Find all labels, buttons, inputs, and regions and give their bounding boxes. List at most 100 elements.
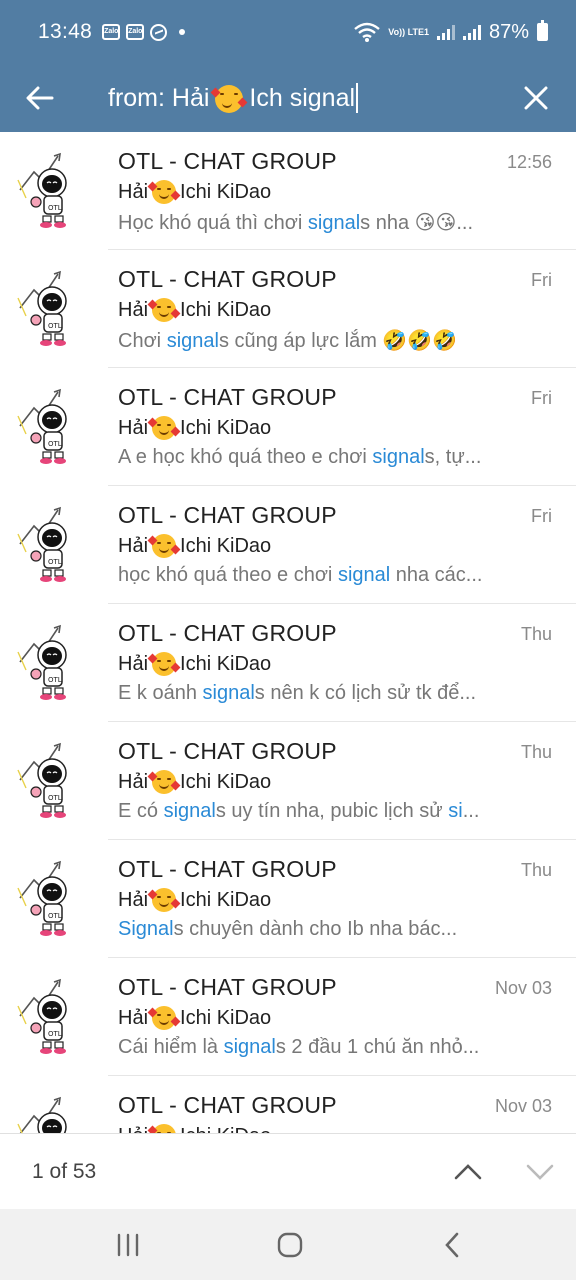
chat-title: OTL - CHAT GROUP: [118, 1092, 337, 1118]
search-result-item[interactable]: OTL OTL - CHAT GROUP Thu Hải Ichi KiDao …: [0, 604, 576, 722]
back-button[interactable]: [0, 64, 80, 132]
search-result-item[interactable]: OTL OTL - CHAT GROUP Fri Hải Ichi KiDao …: [0, 368, 576, 486]
search-result-item[interactable]: OTL OTL - CHAT GROUP Thu Hải Ichi KiDao …: [0, 840, 576, 958]
more-notifications-dot: [179, 29, 186, 35]
search-result-item[interactable]: OTL OTL - CHAT GROUP Nov 03 Hải Ichi KiD…: [0, 958, 576, 1076]
message-text-before: Cái hiểm là: [118, 1036, 224, 1058]
smiling-hearts-emoji-icon: [210, 83, 248, 113]
message-time: Thu: [520, 860, 552, 880]
message-highlight: signal: [337, 564, 391, 586]
search-result-item[interactable]: OTL OTL - CHAT GROUP 12:56 Hải Ichi KiDa…: [0, 132, 576, 250]
smiling-hearts-emoji-icon: [147, 770, 181, 794]
system-navigation-bar: [0, 1209, 576, 1280]
message-time: Fri: [531, 388, 552, 408]
search-results-list[interactable]: OTL OTL - CHAT GROUP 12:56 Hải Ichi KiDa…: [0, 132, 576, 1133]
smiling-hearts-emoji-icon: [147, 298, 181, 322]
avatar: OTL: [14, 150, 84, 232]
message-highlight: Signal: [118, 918, 174, 940]
message-text-after: s uy tín nha, pubic lịch sử: [215, 800, 449, 822]
message-text-after: s, tự...: [424, 446, 482, 468]
message-highlight-2: si: [448, 800, 463, 822]
message-time: 12:56: [506, 152, 552, 172]
message-text-after: s nha 😘😘...: [360, 212, 474, 234]
message-preview: E k oánh signals nên k có lịch sử tk để.…: [118, 682, 538, 705]
message-preview: Chơi signals cũng áp lực lắm 🤣🤣🤣: [118, 328, 538, 353]
message-preview: Cái hiểm là signals 2 đầu 1 chú ăn nhỏ..…: [118, 1036, 538, 1059]
chat-title: OTL - CHAT GROUP: [118, 856, 337, 882]
sender-last-name: Ichi KiDao: [180, 888, 272, 911]
chat-title: OTL - CHAT GROUP: [118, 148, 337, 174]
result-counter: 1 of 53: [32, 1159, 97, 1183]
smiling-hearts-emoji-icon: [147, 416, 181, 440]
next-result-button[interactable]: [518, 1152, 562, 1192]
chevron-up-icon: [454, 1164, 482, 1180]
message-time: Fri: [531, 506, 552, 526]
message-text-after: s nên k có lịch sử tk để...: [254, 682, 477, 704]
chat-title: OTL - CHAT GROUP: [118, 266, 337, 292]
sender-name: Hải Ichi KiDao: [118, 180, 271, 204]
sender-last-name: Ichi KiDao: [180, 298, 272, 321]
message-highlight: signal: [223, 1036, 276, 1058]
svg-text:OTL: OTL: [48, 912, 62, 920]
message-highlight: signal: [307, 212, 361, 234]
avatar: OTL: [14, 858, 84, 940]
arrow-left-icon: [26, 86, 54, 110]
system-status-icons: Vo)) LTE1 87%: [354, 20, 548, 44]
svg-text:OTL: OTL: [48, 794, 62, 802]
search-query-suffix: Ich signal: [249, 83, 356, 112]
message-text-after: s chuyên dành cho Ib nha bác...: [173, 918, 458, 940]
sender-name: Hải Ichi KiDao: [118, 298, 271, 322]
battery-percent: 87%: [488, 20, 529, 43]
battery-icon: [537, 20, 548, 41]
recent-apps-icon: [117, 1233, 139, 1257]
sender-first-name: Hải: [118, 416, 149, 439]
close-icon: [524, 86, 548, 110]
back-nav-button[interactable]: [430, 1225, 474, 1265]
sender-last-name: Ichi KiDao: [180, 416, 272, 439]
search-input[interactable]: from: Hải Ich signal: [80, 64, 496, 132]
message-time: Thu: [520, 624, 552, 644]
avatar: OTL: [14, 268, 84, 350]
message-text-before: học khó quá theo e chơi: [118, 564, 338, 586]
sender-name: Hải Ichi KiDao: [118, 534, 271, 558]
message-preview: Signals chuyên dành cho Ib nha bác...: [118, 918, 538, 941]
svg-text:OTL: OTL: [48, 1030, 62, 1038]
smiling-hearts-emoji-icon: [147, 652, 181, 676]
message-text-before: A e học khó quá theo e chơi: [118, 446, 373, 468]
message-text-before: Học khó quá thì chơi: [118, 212, 308, 234]
message-highlight: signal: [372, 446, 425, 468]
chat-title: OTL - CHAT GROUP: [118, 974, 337, 1000]
message-time: Thu: [520, 742, 552, 762]
sender-name: Hải Ichi KiDao: [118, 770, 271, 794]
avatar: OTL: [14, 740, 84, 822]
smiling-hearts-emoji-icon: [147, 1006, 181, 1030]
message-highlight: signal: [163, 800, 216, 822]
smiling-hearts-emoji-icon: [147, 180, 181, 204]
recent-apps-button[interactable]: [106, 1225, 150, 1265]
avatar: OTL: [14, 976, 84, 1058]
message-time: Fri: [531, 270, 552, 290]
search-result-item[interactable]: OTL OTL - CHAT GROUP Nov 03 Hải Ichi KiD…: [0, 1076, 576, 1133]
sender-last-name: Ichi KiDao: [180, 652, 272, 675]
status-bar: 13:48 Zalo Zalo Vo)) LTE1 87%: [0, 0, 576, 64]
search-result-item[interactable]: OTL OTL - CHAT GROUP Fri Hải Ichi KiDao …: [0, 486, 576, 604]
sender-last-name: Ichi KiDao: [180, 180, 272, 203]
home-button[interactable]: [268, 1225, 312, 1265]
avatar: OTL: [14, 504, 84, 586]
previous-result-button[interactable]: [446, 1152, 490, 1192]
search-result-item[interactable]: OTL OTL - CHAT GROUP Thu Hải Ichi KiDao …: [0, 722, 576, 840]
message-preview: E có signals uy tín nha, pubic lịch sử s…: [118, 800, 538, 823]
smiling-hearts-emoji-icon: [147, 888, 181, 912]
svg-text:OTL: OTL: [48, 676, 62, 684]
avatar: OTL: [14, 622, 84, 704]
chat-title: OTL - CHAT GROUP: [118, 502, 337, 528]
search-result-item[interactable]: OTL OTL - CHAT GROUP Fri Hải Ichi KiDao …: [0, 250, 576, 368]
chat-title: OTL - CHAT GROUP: [118, 620, 337, 646]
smiling-hearts-emoji-icon: [147, 1124, 177, 1133]
sender-name: Hải Ichi KiDao: [118, 652, 271, 676]
sender-first-name: Hải: [118, 1125, 148, 1134]
message-text-after: nha các...: [390, 564, 483, 586]
message-text-before: E có: [118, 800, 164, 822]
svg-text:OTL: OTL: [48, 558, 62, 566]
clear-search-button[interactable]: [496, 64, 576, 132]
